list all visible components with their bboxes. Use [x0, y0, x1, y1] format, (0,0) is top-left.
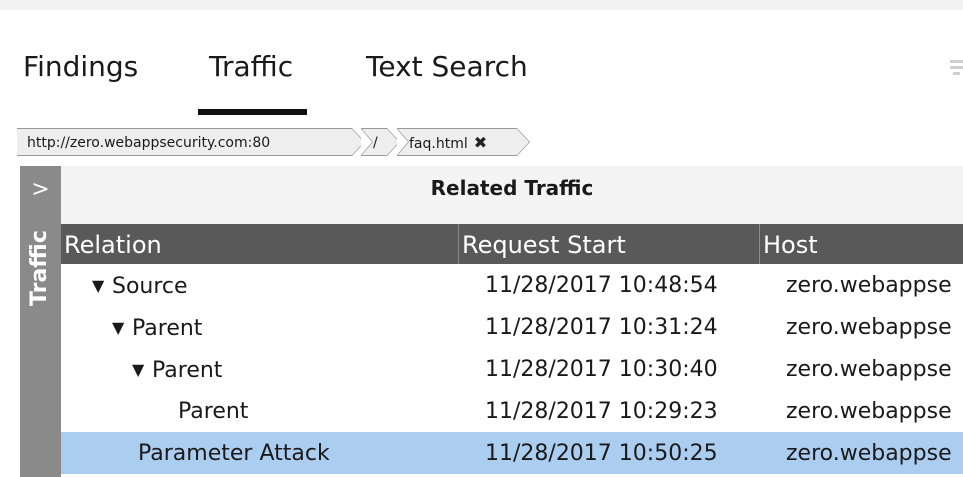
side-panel-rail: > Traffic: [20, 166, 61, 477]
table-row[interactable]: Parent 11/28/2017 10:29:23 zero.webappse: [61, 390, 963, 432]
table-row[interactable]: ▼ Source 11/28/2017 10:48:54 zero.webapps…: [61, 264, 963, 306]
close-icon[interactable]: ✖: [474, 129, 487, 157]
relation-cell: Parent: [178, 399, 249, 424]
breadcrumb-root-label: /: [373, 135, 378, 151]
breadcrumb-host[interactable]: http://zero.webappsecurity.com:80: [17, 128, 365, 156]
host-cell: zero.webappse: [786, 357, 952, 382]
chevron-right-icon[interactable]: >: [20, 176, 61, 204]
request-start-cell: 11/28/2017 10:30:40: [485, 357, 718, 382]
caret-down-icon[interactable]: ▼: [132, 348, 152, 392]
relation-cell: ▼ Source: [92, 264, 188, 309]
request-start-cell: 11/28/2017 10:31:24: [485, 315, 718, 340]
host-cell: zero.webappse: [786, 315, 952, 340]
tab-text-search[interactable]: Text Search: [366, 50, 528, 84]
host-cell: zero.webappse: [786, 441, 952, 466]
traffic-panel: Findings Traffic Text Search http://zero…: [0, 10, 963, 477]
table-row-selected[interactable]: Parameter Attack 11/28/2017 10:50:25 zer…: [61, 432, 963, 474]
column-header-relation[interactable]: Relation: [64, 224, 162, 264]
host-cell: zero.webappse: [786, 399, 952, 424]
request-start-cell: 11/28/2017 10:29:23: [485, 399, 718, 424]
overflow-menu-icon[interactable]: [950, 60, 963, 76]
request-start-cell: 11/28/2017 10:50:25: [485, 441, 718, 466]
tab-traffic[interactable]: Traffic: [209, 50, 293, 84]
grid-caption: Related Traffic: [61, 166, 963, 225]
breadcrumb-file[interactable]: faq.html ✖: [397, 128, 530, 157]
breadcrumb-host-label: http://zero.webappsecurity.com:80: [27, 135, 271, 151]
related-traffic-grid: Related Traffic Relation Request Start H…: [61, 166, 963, 477]
column-divider[interactable]: [458, 224, 459, 264]
tab-findings[interactable]: Findings: [23, 50, 138, 84]
table-row[interactable]: ▼ Parent 11/28/2017 10:31:24 zero.webapps…: [61, 306, 963, 348]
side-panel-label[interactable]: Traffic: [25, 226, 55, 306]
column-divider[interactable]: [759, 224, 760, 264]
breadcrumb: http://zero.webappsecurity.com:80 / faq.…: [17, 122, 957, 162]
relation-cell: Parameter Attack: [138, 441, 330, 466]
column-header-request-start[interactable]: Request Start: [462, 224, 626, 264]
grid-header: Relation Request Start Host: [61, 224, 963, 264]
relation-cell: ▼ Parent: [112, 306, 202, 351]
table-row[interactable]: ▼ Parent 11/28/2017 10:30:40 zero.webapps…: [61, 348, 963, 390]
breadcrumb-file-label: faq.html: [409, 136, 468, 152]
breadcrumb-root-path[interactable]: /: [361, 128, 400, 156]
host-cell: zero.webappse: [786, 273, 952, 298]
active-tab-indicator: [198, 109, 307, 115]
tab-bar: Findings Traffic Text Search: [0, 10, 963, 118]
caret-down-icon[interactable]: ▼: [92, 264, 112, 308]
request-start-cell: 11/28/2017 10:48:54: [485, 273, 718, 298]
column-header-host[interactable]: Host: [763, 224, 818, 264]
caret-down-icon[interactable]: ▼: [112, 306, 132, 350]
relation-cell: ▼ Parent: [132, 348, 222, 393]
